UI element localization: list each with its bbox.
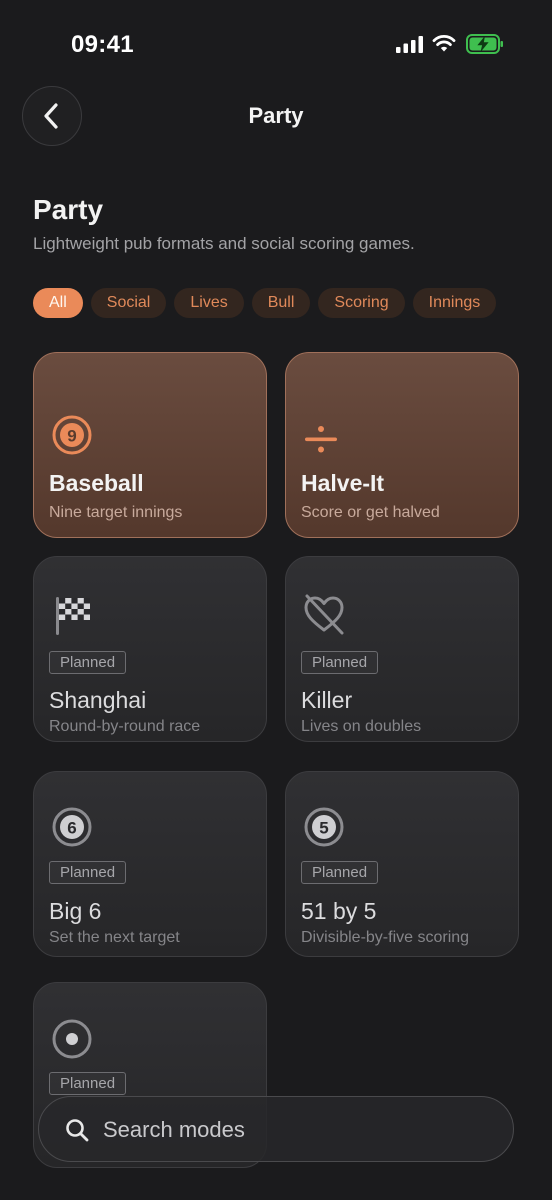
number-9-circle-icon: 9 bbox=[52, 415, 92, 455]
mode-description: Lives on doubles bbox=[301, 718, 422, 735]
mode-description: Divisible-by-five scoring bbox=[301, 929, 470, 946]
mode-card-51-by-5[interactable]: 5 Planned 51 by 5 Divisible-by-five scor… bbox=[285, 771, 519, 957]
wifi-icon bbox=[432, 35, 456, 52]
svg-text:5: 5 bbox=[319, 819, 328, 838]
signal-icon bbox=[396, 36, 423, 53]
mode-card-killer[interactable]: Planned Killer Lives on doubles bbox=[285, 556, 519, 742]
nav-title: Party bbox=[248, 103, 304, 128]
status-badge: Planned bbox=[49, 861, 127, 884]
mode-name: Baseball bbox=[49, 470, 144, 496]
svg-text:6: 6 bbox=[67, 819, 76, 838]
heart-slash-icon bbox=[304, 594, 344, 635]
mode-name: 51 by 5 bbox=[301, 898, 377, 924]
mode-name: Halve-It bbox=[301, 470, 385, 496]
page-subtitle: Lightweight pub formats and social scori… bbox=[33, 234, 415, 253]
chip-all[interactable]: All bbox=[33, 288, 83, 318]
status-badge: Planned bbox=[301, 651, 379, 674]
chip-lives[interactable]: Lives bbox=[174, 288, 244, 318]
status-badge: Planned bbox=[49, 651, 127, 674]
mode-card-baseball[interactable]: 9 Baseball Nine target innings bbox=[33, 352, 267, 538]
divide-icon bbox=[305, 426, 337, 453]
status-badge: Planned bbox=[49, 1072, 127, 1095]
mode-card-big-6[interactable]: 6 Planned Big 6 Set the next target bbox=[33, 771, 267, 957]
status-bar: 09:41 bbox=[0, 0, 552, 90]
chip-innings[interactable]: Innings bbox=[412, 288, 497, 318]
page-title: Party bbox=[33, 194, 104, 225]
status-badge: Planned bbox=[301, 861, 379, 884]
mode-name: Big 6 bbox=[49, 898, 102, 924]
checkered-flag-icon bbox=[56, 597, 90, 635]
mode-description: Score or get halved bbox=[301, 504, 440, 521]
battery-charging-icon bbox=[466, 34, 503, 54]
chip-bull[interactable]: Bull bbox=[251, 288, 311, 318]
search-icon bbox=[66, 1119, 89, 1142]
svg-text:9: 9 bbox=[67, 427, 76, 446]
chip-social[interactable]: Social bbox=[90, 288, 167, 318]
mode-description: Nine target innings bbox=[49, 504, 183, 521]
number-5-circle-icon: 5 bbox=[304, 807, 344, 847]
filter-chips: All Social Lives Bull Scoring Innings bbox=[33, 288, 519, 320]
target-icon bbox=[52, 1019, 92, 1059]
mode-card-halve-it[interactable]: Halve-It Score or get halved bbox=[285, 352, 519, 538]
mode-name: Shanghai bbox=[49, 687, 147, 713]
mode-name: Killer bbox=[301, 687, 353, 713]
number-6-circle-icon: 6 bbox=[52, 807, 92, 847]
mode-description: Round-by-round race bbox=[49, 718, 201, 735]
search-input[interactable] bbox=[103, 1113, 493, 1147]
mode-card-shanghai[interactable]: Planned Shanghai Round-by-round race bbox=[33, 556, 267, 742]
mode-description: Set the next target bbox=[49, 929, 180, 946]
status-time: 09:41 bbox=[71, 31, 134, 58]
chip-scoring[interactable]: Scoring bbox=[318, 288, 405, 318]
search-bar[interactable] bbox=[38, 1096, 514, 1162]
